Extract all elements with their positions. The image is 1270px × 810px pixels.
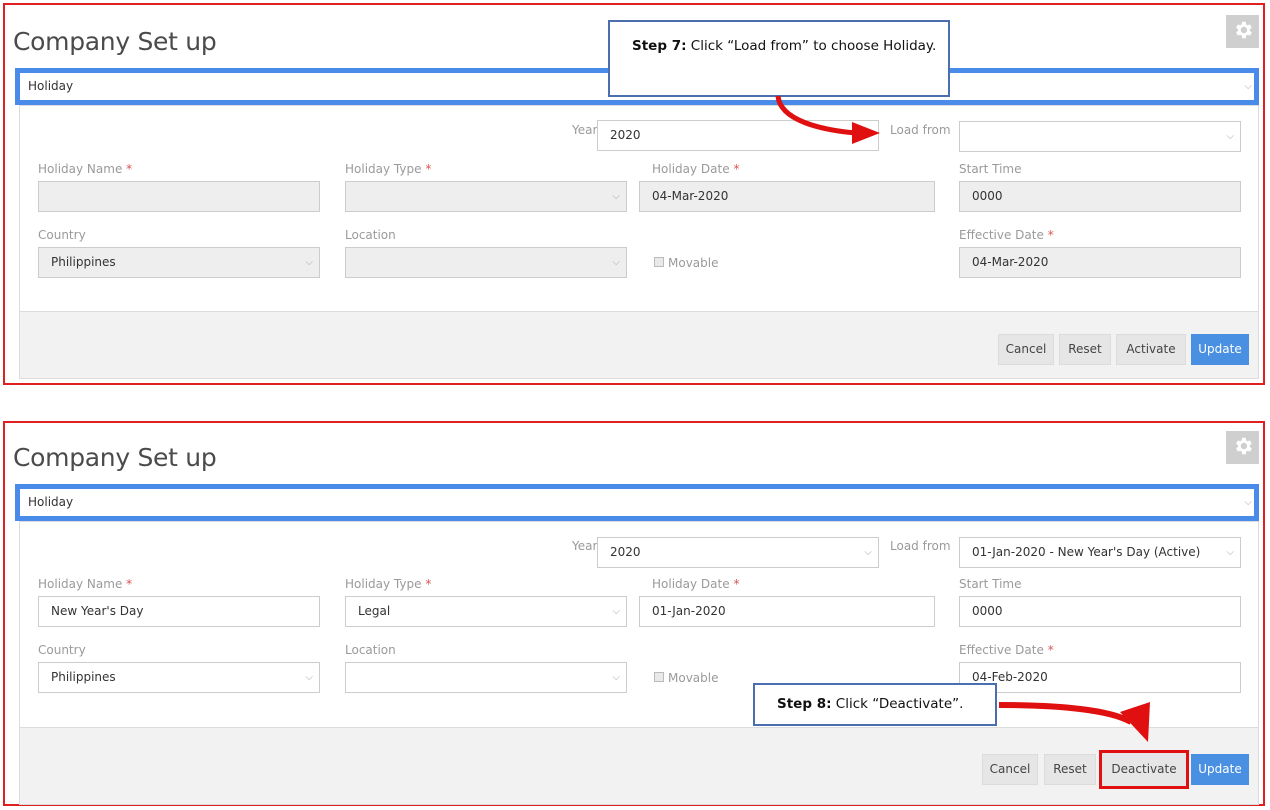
step-8-arrow [998, 702, 1150, 742]
